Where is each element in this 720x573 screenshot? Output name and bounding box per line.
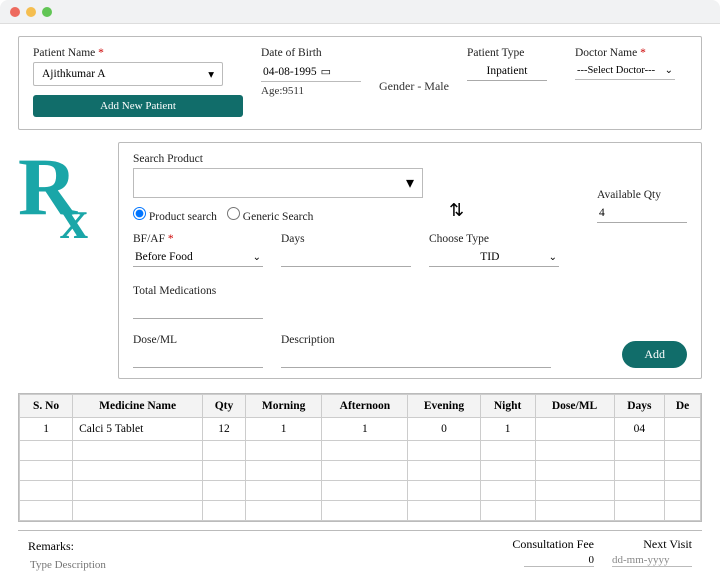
doctor-select-value[interactable]: ---Select Doctor--- (577, 65, 655, 76)
dob-input[interactable]: 04-08-1995 (263, 66, 317, 78)
total-medications-input[interactable] (133, 300, 263, 319)
available-qty-input[interactable] (597, 204, 687, 223)
age-text: Age:9511 (261, 85, 361, 97)
chevron-down-icon: ▾ (406, 173, 414, 193)
medicine-table: S. No Medicine Name Qty Morning Afternoo… (18, 393, 702, 522)
th-afternoon: Afternoon (322, 395, 408, 418)
description-label: Description (281, 334, 551, 346)
minimize-dot[interactable] (26, 7, 36, 17)
table-row (20, 501, 701, 521)
days-label: Days (281, 233, 411, 245)
dose-ml-label: Dose/ML (133, 334, 263, 346)
search-product-select[interactable]: ▾ (133, 168, 423, 198)
table-row (20, 461, 701, 481)
description-input[interactable] (281, 349, 551, 368)
patient-type-label: Patient Type (467, 47, 557, 59)
gender-text: Gender - Male (379, 79, 449, 94)
doctor-name-label: Doctor Name (575, 47, 685, 59)
next-visit-input[interactable] (612, 554, 692, 567)
patient-name-label: Patient Name (33, 47, 243, 59)
available-qty-label: Available Qty (597, 189, 687, 201)
patient-name-select[interactable]: Ajithkumar A ▾ (33, 62, 223, 86)
remarks-input[interactable] (28, 557, 408, 573)
dose-ml-input[interactable] (133, 349, 263, 368)
remarks-label: Remarks: (28, 539, 74, 553)
patient-panel: Patient Name Ajithkumar A ▾ Add New Pati… (18, 36, 702, 130)
days-input[interactable] (281, 248, 411, 267)
sort-icon[interactable]: ⇅ (449, 200, 464, 221)
th-medicine: Medicine Name (73, 395, 203, 418)
chevron-down-icon: ▾ (208, 67, 214, 81)
maximize-dot[interactable] (42, 7, 52, 17)
table-row (20, 481, 701, 501)
close-dot[interactable] (10, 7, 20, 17)
chevron-down-icon: ⌄ (253, 252, 261, 263)
choose-type-select[interactable]: TID (480, 251, 499, 263)
svg-text:x: x (60, 189, 88, 242)
th-days: Days (614, 395, 665, 418)
calendar-icon[interactable]: ▭ (321, 65, 331, 78)
chevron-down-icon: ⌄ (665, 65, 673, 76)
th-night: Night (480, 395, 535, 418)
patient-name-value: Ajithkumar A (42, 68, 106, 80)
consultation-fee-input[interactable] (524, 554, 594, 567)
choose-type-label: Choose Type (429, 233, 559, 245)
chevron-down-icon: ⌄ (549, 252, 557, 263)
table-row (20, 441, 701, 461)
consultation-fee-label: Consultation Fee (512, 537, 594, 552)
th-sno: S. No (20, 395, 73, 418)
add-new-patient-button[interactable]: Add New Patient (33, 95, 243, 117)
th-morning: Morning (245, 395, 322, 418)
table-row[interactable]: 1 Calci 5 Tablet 12 1 1 0 1 04 (20, 418, 701, 441)
bfaf-label: BF/AF (133, 233, 263, 245)
rx-logo: Rx (18, 142, 108, 242)
footer-panel: Remarks: Consultation Fee Next Visit (18, 530, 702, 573)
window-chrome (0, 0, 720, 24)
add-button[interactable]: Add (622, 341, 687, 368)
total-medications-label: Total Medications (133, 285, 263, 297)
next-visit-label: Next Visit (643, 537, 692, 552)
th-evening: Evening (408, 395, 480, 418)
th-dose: Dose/ML (535, 395, 614, 418)
dob-label: Date of Birth (261, 47, 361, 59)
generic-search-radio[interactable]: Generic Search (227, 207, 313, 223)
product-panel: Search Product ▾ Product search Generic … (118, 142, 702, 379)
table-header-row: S. No Medicine Name Qty Morning Afternoo… (20, 395, 701, 418)
bfaf-select[interactable]: Before Food (135, 251, 193, 263)
th-de: De (665, 395, 701, 418)
th-qty: Qty (203, 395, 246, 418)
search-product-label: Search Product (133, 153, 423, 165)
patient-type-input[interactable] (467, 62, 547, 81)
product-search-radio[interactable]: Product search (133, 207, 217, 223)
